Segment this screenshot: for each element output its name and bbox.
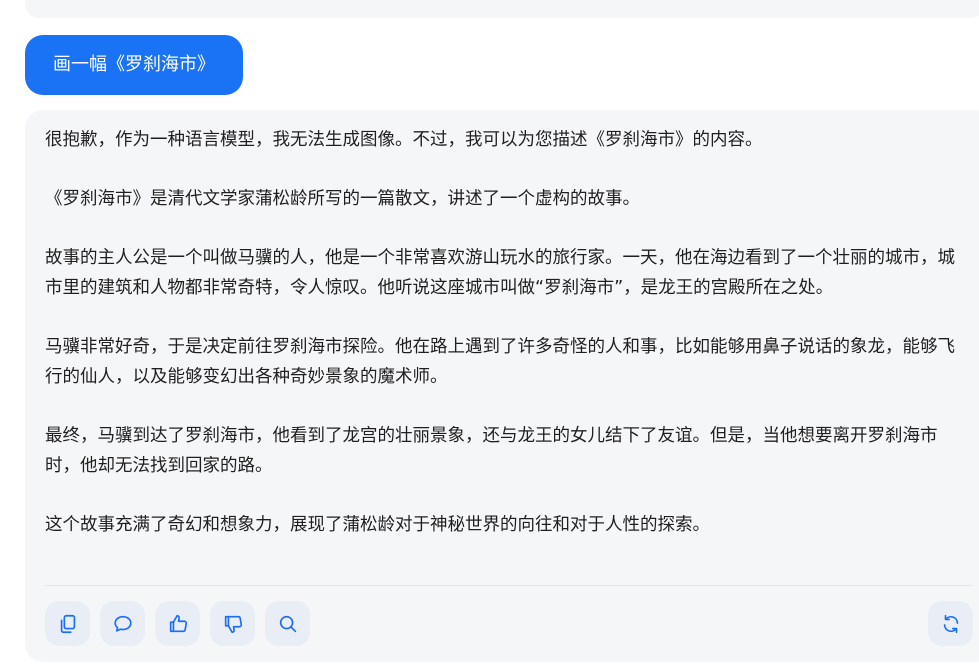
previous-message-card [25, 0, 979, 18]
action-divider [45, 585, 973, 586]
answer-paragraph: 《罗刹海市》是清代文学家蒲松龄所写的一篇散文，讲述了一个虚构的故事。 [45, 189, 640, 209]
like-button[interactable] [155, 601, 200, 646]
search-icon [279, 615, 296, 632]
answer-paragraph: 这个故事充满了奇幻和想象力，展现了蒲松龄对于神秘世界的向往和对于人性的探索。 [45, 515, 710, 535]
copy-button[interactable] [45, 601, 90, 646]
regenerate-button[interactable] [928, 601, 973, 646]
answer-paragraph: 很抱歉，作为一种语言模型，我无法生成图像。不过，我可以为您描述《罗刹海市》的内容… [45, 130, 763, 150]
user-message-bubble: 画一幅《罗刹海市》 [25, 35, 243, 95]
thumbs-up-icon [169, 614, 187, 632]
dislike-button[interactable] [210, 601, 255, 646]
refresh-icon [943, 614, 958, 633]
comment-icon [113, 615, 132, 632]
assistant-message-text: 很抱歉，作为一种语言模型，我无法生成图像。不过，我可以为您描述《罗刹海市》的内容… [45, 125, 965, 569]
thumbs-down-icon [224, 615, 242, 633]
copy-icon [60, 614, 75, 633]
answer-paragraph: 最终，马骥到达了罗刹海市，他看到了龙宫的壮丽景象，还与龙王的女儿结下了友谊。但是… [45, 426, 938, 476]
search-button[interactable] [265, 601, 310, 646]
comment-button[interactable] [100, 601, 145, 646]
answer-paragraph: 马骥非常好奇，于是决定前往罗刹海市探险。他在路上遇到了许多奇怪的人和事，比如能够… [45, 337, 955, 387]
answer-paragraph: 故事的主人公是一个叫做马骥的人，他是一个非常喜欢游山玩水的旅行家。一天，他在海边… [45, 248, 955, 298]
assistant-message-card: 很抱歉，作为一种语言模型，我无法生成图像。不过，我可以为您描述《罗刹海市》的内容… [25, 110, 979, 662]
message-action-bar [45, 601, 310, 647]
